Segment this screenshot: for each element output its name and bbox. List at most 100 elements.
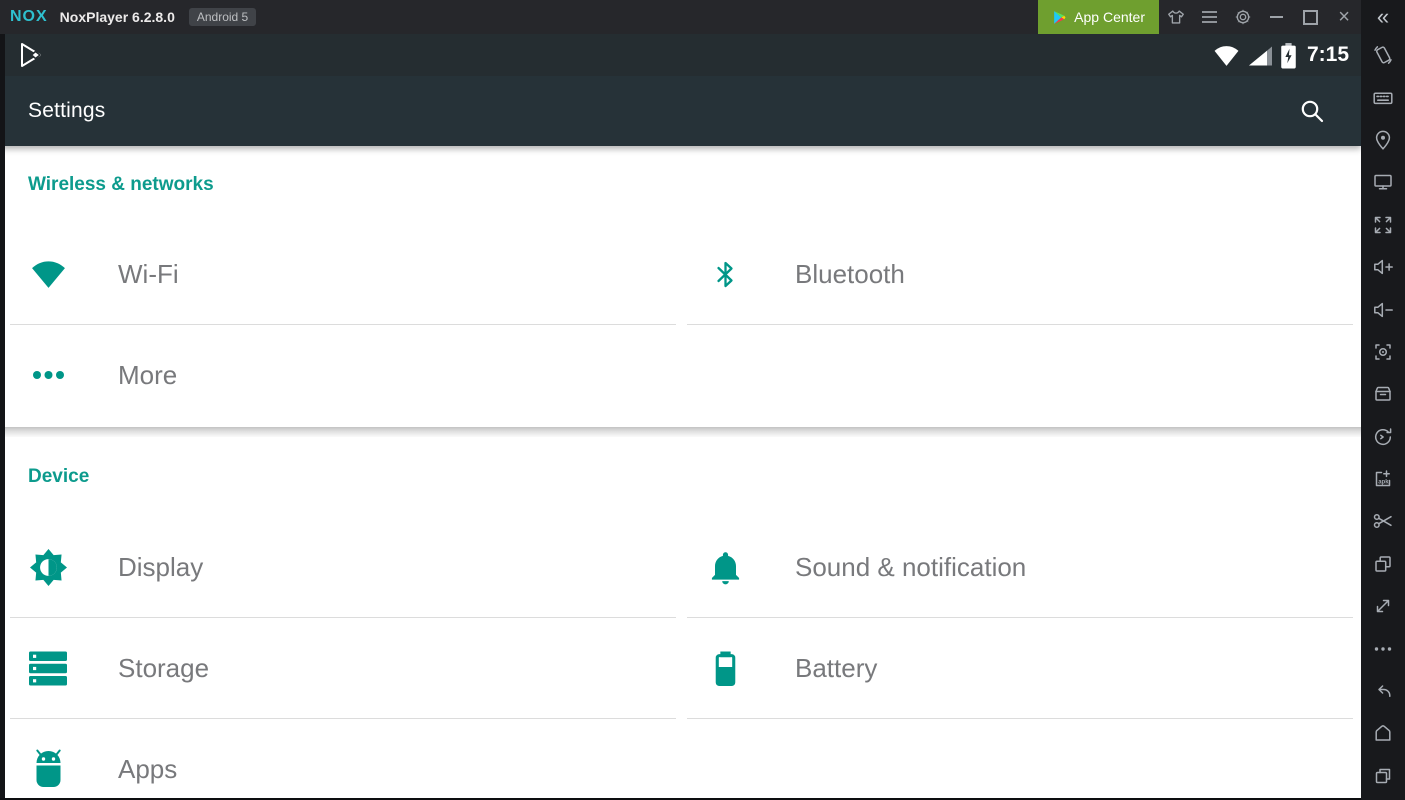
recents-icon: [1372, 765, 1394, 787]
brightness-icon: [29, 549, 67, 586]
scissors-icon: [1372, 510, 1394, 532]
shake-button[interactable]: [1361, 34, 1405, 76]
list-item-storage[interactable]: Storage: [10, 618, 676, 719]
cut-button[interactable]: [1361, 500, 1405, 542]
settings-gear-button[interactable]: [1230, 4, 1256, 30]
collapse-toolbar-button[interactable]: «: [1361, 0, 1405, 34]
screen-resolution-button[interactable]: [1361, 161, 1405, 203]
svg-text:apk: apk: [1378, 480, 1389, 486]
page-title: Settings: [28, 99, 105, 123]
apk-install-icon: apk: [1372, 468, 1394, 490]
more-options-button[interactable]: [1361, 627, 1405, 669]
card-divider: [0, 427, 1361, 437]
virtual-location-button[interactable]: [1361, 119, 1405, 161]
gear-icon: [1234, 8, 1252, 26]
close-button[interactable]: ×: [1331, 4, 1357, 30]
list-item-label: Wi-Fi: [118, 259, 179, 290]
sync-script-icon: [1372, 426, 1394, 448]
more-dots-icon: [29, 370, 67, 380]
install-apk-button[interactable]: apk: [1361, 458, 1405, 500]
menu-button[interactable]: [1196, 4, 1222, 30]
app-center-label: App Center: [1074, 9, 1145, 25]
list-item-more[interactable]: More: [10, 325, 676, 425]
skin-theme-button[interactable]: [1163, 4, 1189, 30]
battery-icon: [706, 651, 744, 686]
app-center-button[interactable]: App Center: [1038, 0, 1159, 34]
minimize-icon: [1270, 16, 1283, 18]
settings-app-bar: Settings: [0, 76, 1361, 146]
minimize-button[interactable]: [1264, 4, 1290, 30]
window-title: NoxPlayer 6.2.8.0: [60, 9, 175, 25]
fullscreen-icon: [1372, 214, 1394, 236]
volume-up-button[interactable]: [1361, 246, 1405, 288]
tshirt-icon: [1166, 8, 1186, 26]
window-title-bar: NOX NoxPlayer 6.2.8.0 Android 5 App Cent…: [0, 0, 1361, 34]
section-header: Wireless & networks: [0, 146, 1361, 224]
home-icon: [1372, 722, 1394, 744]
search-icon: [1299, 98, 1325, 124]
resize-window-button[interactable]: [1361, 585, 1405, 627]
list-item-label: Battery: [795, 653, 877, 684]
list-item-label: Apps: [118, 754, 177, 785]
shared-folder-button[interactable]: [1361, 373, 1405, 415]
close-icon: ×: [1338, 7, 1350, 27]
signal-status-icon: [1247, 45, 1273, 66]
bell-icon: [706, 550, 744, 585]
android-robot-icon: [29, 748, 67, 790]
multi-window-icon: [1372, 553, 1394, 575]
maximize-icon: [1303, 10, 1318, 25]
list-item-wifi[interactable]: Wi-Fi: [10, 224, 676, 325]
list-item-apps[interactable]: Apps: [10, 719, 676, 800]
empty-cell: [687, 325, 1353, 425]
collapse-icon: «: [1377, 6, 1389, 28]
virtual-keyboard-button[interactable]: [1361, 76, 1405, 118]
status-clock: 7:15: [1307, 43, 1349, 67]
play-store-outline-icon: [16, 41, 46, 69]
section-header: Device: [0, 437, 1361, 517]
noxplayer-window: NOX NoxPlayer 6.2.8.0 Android 5 App Cent…: [0, 0, 1405, 800]
wifi-status-icon: [1213, 45, 1240, 66]
google-play-icon: [1052, 10, 1067, 25]
volume-down-button[interactable]: [1361, 288, 1405, 330]
android-home-button[interactable]: [1361, 712, 1405, 754]
list-item-sound-notification[interactable]: Sound & notification: [687, 517, 1353, 618]
android-version-badge: Android 5: [189, 8, 256, 26]
list-item-battery[interactable]: Battery: [687, 618, 1353, 719]
keyboard-icon: [1372, 87, 1394, 109]
nox-logo: NOX: [10, 8, 48, 26]
volume-down-icon: [1372, 299, 1394, 321]
multi-window-button[interactable]: [1361, 543, 1405, 585]
window-left-border: [0, 34, 5, 800]
list-item-label: Display: [118, 552, 203, 583]
battery-charging-icon: [1280, 42, 1297, 69]
list-item-label: Storage: [118, 653, 209, 684]
location-icon: [1372, 129, 1394, 151]
search-button[interactable]: [1291, 90, 1333, 132]
maximize-button[interactable]: [1297, 4, 1323, 30]
back-icon: [1372, 680, 1394, 702]
settings-content: Wireless & networks Wi-Fi: [0, 146, 1361, 800]
fullscreen-button[interactable]: [1361, 204, 1405, 246]
empty-cell: [687, 719, 1353, 800]
list-item-label: Bluetooth: [795, 259, 905, 290]
wifi-icon: [29, 260, 67, 289]
resize-diagonal-icon: [1372, 595, 1394, 617]
android-recents-button[interactable]: [1361, 755, 1405, 797]
screenshot-icon: [1372, 341, 1394, 363]
section-wireless-networks: Wireless & networks Wi-Fi: [0, 146, 1361, 427]
list-item-bluetooth[interactable]: Bluetooth: [687, 224, 1353, 325]
operation-record-button[interactable]: [1361, 416, 1405, 458]
android-status-bar: 7:15: [0, 34, 1361, 76]
volume-up-icon: [1372, 256, 1394, 278]
android-back-button[interactable]: [1361, 670, 1405, 712]
list-item-label: More: [118, 360, 177, 391]
screenshot-button[interactable]: [1361, 331, 1405, 373]
drawer-icon: [1372, 383, 1394, 405]
more-icon: [1372, 638, 1394, 660]
emulator-toolbar: «: [1361, 0, 1405, 800]
shake-icon: [1372, 44, 1394, 66]
list-item-label: Sound & notification: [795, 552, 1026, 583]
section-device: Device Display: [0, 437, 1361, 800]
list-item-display[interactable]: Display: [10, 517, 676, 618]
monitor-icon: [1372, 171, 1394, 193]
